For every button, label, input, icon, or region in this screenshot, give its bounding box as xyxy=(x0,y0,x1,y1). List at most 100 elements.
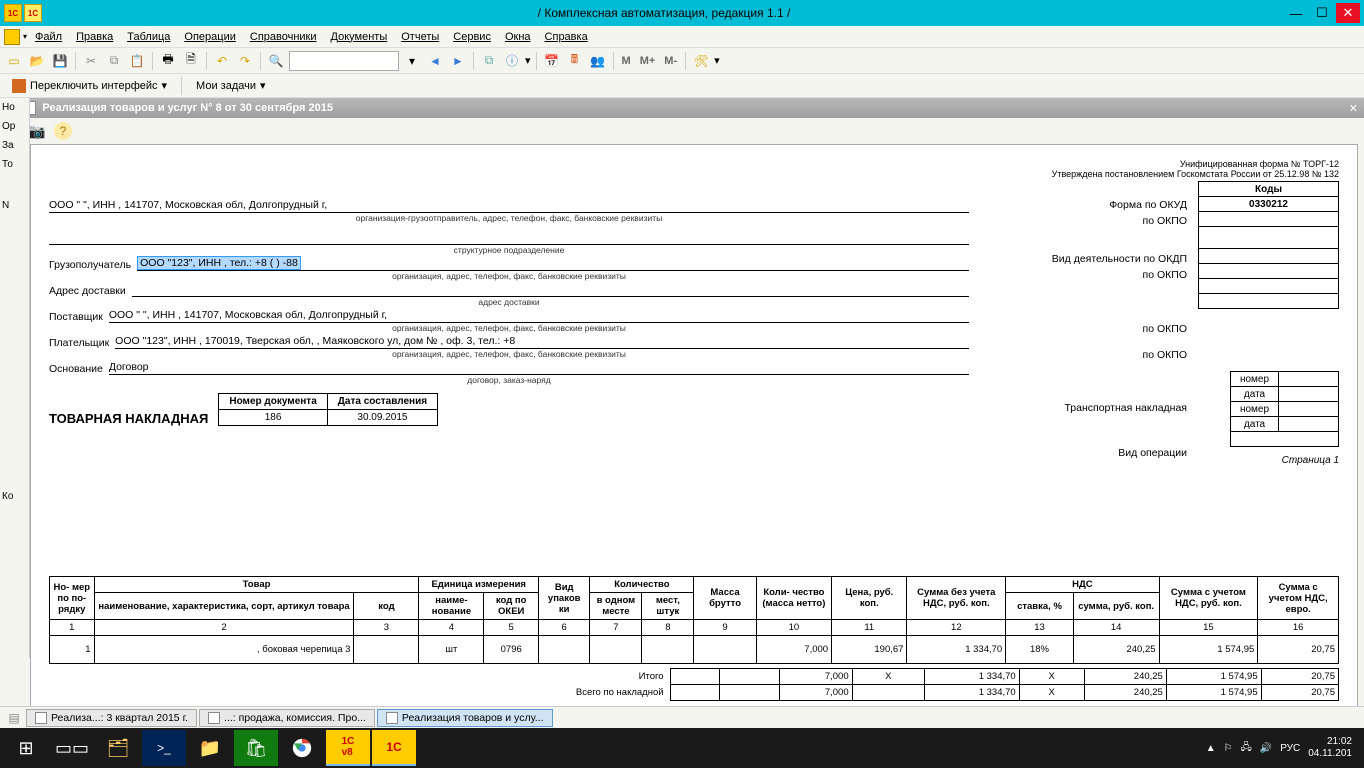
totals-block: Итого 7,000 X 1 334,70 X 240,25 1 574,95… xyxy=(49,668,1339,701)
supplier-label: Поставщик xyxy=(49,311,103,323)
start-button[interactable]: ⊞ xyxy=(4,730,48,766)
okpo-label-3: по ОКПО xyxy=(1143,323,1187,335)
menu-edit[interactable]: Правка xyxy=(70,29,119,45)
menu-service[interactable]: Сервис xyxy=(447,29,497,45)
panel-bar: Переключить интерфейс ▾ Мои задачи ▾ xyxy=(0,74,1364,98)
calc-button[interactable]: 🖩 xyxy=(565,51,585,71)
okud-label: Форма по ОКУД xyxy=(1109,199,1187,211)
preview-button[interactable]: 🗎 xyxy=(181,51,201,71)
copy-button[interactable]: ⧉ xyxy=(104,51,124,71)
menu-table[interactable]: Таблица xyxy=(121,29,176,45)
app-icon-1c: 1С xyxy=(4,4,22,22)
cut-button[interactable]: ✂ xyxy=(81,51,101,71)
switch-interface-button[interactable]: Переключить интерфейс ▾ xyxy=(4,77,175,95)
paste-button[interactable]: 📋 xyxy=(127,51,147,71)
main-menu: ▾ Файл Правка Таблица Операции Справочни… xyxy=(0,26,1364,48)
menu-documents[interactable]: Документы xyxy=(325,29,394,45)
nav-back-button[interactable]: ◄ xyxy=(425,51,445,71)
tray-network-icon[interactable]: 🖧 xyxy=(1241,740,1252,757)
system-tray: ▲ ⚐ 🖧 🔊 РУС 21:02 04.11.201 xyxy=(1206,736,1360,760)
tray-clock[interactable]: 21:02 04.11.201 xyxy=(1308,736,1352,760)
basis-label: Основание xyxy=(49,363,103,375)
menu-catalogs[interactable]: Справочники xyxy=(244,29,323,45)
menu-help[interactable]: Справка xyxy=(539,29,594,45)
window-tabs-bar: ▤ Реализа...: 3 квартал 2015 г. ...: про… xyxy=(0,706,1364,728)
new-button[interactable]: ▭ xyxy=(4,51,24,71)
page-number-label: Страница 1 xyxy=(1282,455,1339,466)
org-button[interactable]: 👥 xyxy=(588,51,608,71)
store-button[interactable]: 🛍 xyxy=(234,730,278,766)
doc-number-table: Номер документаДата составления 18630.09… xyxy=(218,393,438,426)
form-header: Унифицированная форма № ТОРГ-12 Утвержде… xyxy=(1052,159,1339,179)
okpo-label-2: по ОКПО xyxy=(1143,269,1187,281)
payer-value: ООО "123", ИНН , 170019, Тверская обл, ,… xyxy=(115,335,969,349)
powershell-button[interactable]: >_ xyxy=(142,730,186,766)
document-print-preview[interactable]: Унифицированная форма № ТОРГ-12 Утвержде… xyxy=(30,144,1358,720)
help-icon[interactable]: ? xyxy=(54,122,72,140)
explorer-button[interactable]: 📁 xyxy=(188,730,232,766)
doc-icon xyxy=(35,712,47,724)
window-list-button[interactable]: ▤ xyxy=(4,708,24,728)
okdp-label: Вид деятельности по ОКДП xyxy=(1052,253,1187,265)
goods-table: Но- мер по по- рядку Товар Единица измер… xyxy=(49,576,1339,664)
taskview-button[interactable]: ▭▭ xyxy=(50,730,94,766)
window-titlebar: 1С 1С / Комплексная автоматизация, редак… xyxy=(0,0,1364,26)
window-tab-3[interactable]: Реализация товаров и услу... xyxy=(377,709,553,727)
copy-doc-button[interactable]: ⧉ xyxy=(479,51,499,71)
redo-button[interactable]: ↷ xyxy=(235,51,255,71)
minimize-button[interactable]: — xyxy=(1284,3,1308,23)
window-tab-1[interactable]: Реализа...: 3 квартал 2015 г. xyxy=(26,709,197,727)
nav-forward-button[interactable]: ► xyxy=(448,51,468,71)
document-title: Реализация товаров и услуг N° 8 от 30 се… xyxy=(42,102,333,114)
search-dropdown[interactable]: ▾ xyxy=(402,51,422,71)
book-icon xyxy=(12,79,26,93)
tray-lang[interactable]: РУС xyxy=(1280,743,1300,754)
1c-taskbar-button-2[interactable]: 1С xyxy=(372,730,416,766)
okpo-label-4: по ОКПО xyxy=(1143,349,1187,361)
menu-file[interactable]: Файл xyxy=(29,29,68,45)
tray-up-icon[interactable]: ▲ xyxy=(1206,743,1216,754)
menu-windows[interactable]: Окна xyxy=(499,29,537,45)
chrome-button[interactable] xyxy=(280,730,324,766)
payer-label: Плательщик xyxy=(49,337,109,349)
doc-icon xyxy=(386,712,398,724)
memory-m-button[interactable]: M xyxy=(619,55,634,67)
print-button[interactable]: 🖶 xyxy=(158,51,178,71)
menu-icon[interactable] xyxy=(4,29,20,45)
info-button[interactable]: ⓘ xyxy=(502,51,522,71)
undo-button[interactable]: ↶ xyxy=(212,51,232,71)
tray-sound-icon[interactable]: 🔊 xyxy=(1260,743,1272,754)
my-tasks-button[interactable]: Мои задачи ▾ xyxy=(188,77,273,94)
search-input[interactable] xyxy=(289,51,399,71)
open-button[interactable]: 📂 xyxy=(27,51,47,71)
tray-flag-icon[interactable]: ⚐ xyxy=(1224,743,1233,754)
codes-table: Коды 0330212 xyxy=(1198,181,1339,309)
doc-icon xyxy=(208,712,220,724)
menu-reports[interactable]: Отчеты xyxy=(395,29,445,45)
1c-taskbar-button-1[interactable]: 1Cv8 xyxy=(326,730,370,766)
memory-mplus-button[interactable]: M+ xyxy=(637,55,659,67)
save-button[interactable]: 💾 xyxy=(50,51,70,71)
settings-button[interactable]: 🛠 xyxy=(691,51,711,71)
table-row[interactable]: 1 , боковая черепица 3 шт 0796 7,000 190… xyxy=(50,636,1339,664)
close-button[interactable]: ✕ xyxy=(1336,3,1360,23)
document-close-button[interactable]: ✕ xyxy=(1349,102,1358,115)
consignee-label: Грузополучатель xyxy=(49,259,131,271)
memory-mminus-button[interactable]: M- xyxy=(661,55,680,67)
doc-title-label: ТОВАРНАЯ НАКЛАДНАЯ xyxy=(49,411,208,426)
delivery-label: Адрес доставки xyxy=(49,285,126,297)
search-icon[interactable]: 🔍 xyxy=(266,51,286,71)
menu-operations[interactable]: Операции xyxy=(178,29,241,45)
sender-value: ООО " ", ИНН , 141707, Московская обл, Д… xyxy=(49,199,969,213)
supplier-value: ООО " ", ИНН , 141707, Московская обл, Д… xyxy=(109,309,969,323)
document-toolbar: Опе 📷 ? xyxy=(0,118,1364,144)
consignee-value-selected[interactable]: ООО "123", ИНН , тел.: +8 ( ) -88 xyxy=(137,256,301,270)
calendar-button[interactable]: 📅 xyxy=(542,51,562,71)
file-explorer-button[interactable]: 🗂 xyxy=(96,730,140,766)
windows-taskbar: ⊞ ▭▭ 🗂 >_ 📁 🛍 1Cv8 1С ▲ ⚐ 🖧 🔊 РУС 21:02 … xyxy=(0,728,1364,768)
maximize-button[interactable]: ☐ xyxy=(1310,3,1334,23)
window-tab-2[interactable]: ...: продажа, комиссия. Про... xyxy=(199,709,375,727)
basis-value: Договор xyxy=(109,361,969,375)
window-title: / Комплексная автоматизация, редакция 1.… xyxy=(44,6,1284,20)
transport-label-block: Транспортная накладная Вид операции xyxy=(1064,401,1187,461)
